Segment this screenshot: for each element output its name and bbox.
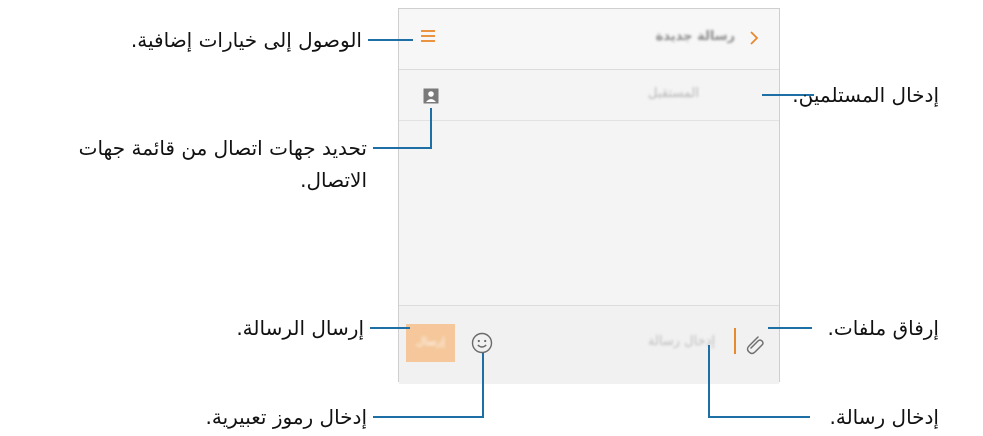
leader-contacts-h bbox=[373, 147, 431, 149]
callout-contacts-line2: الاتصال. bbox=[300, 168, 367, 192]
contact-picker-icon[interactable] bbox=[423, 88, 439, 104]
callout-emoji: إدخال رموز تعبيرية. bbox=[205, 405, 368, 429]
smiley-icon[interactable] bbox=[471, 332, 493, 354]
leader-send bbox=[370, 327, 410, 329]
paperclip-icon[interactable] bbox=[743, 330, 765, 356]
callout-attach: إرفاق ملفات. bbox=[827, 316, 939, 340]
callout-recipients: إدخال المستلمين. bbox=[792, 83, 939, 107]
screen-title: رسالة جديدة bbox=[655, 29, 735, 44]
recipient-row: المستقبل bbox=[399, 70, 779, 121]
leader-emoji-h bbox=[373, 416, 484, 418]
message-composer-screen: رسالة جديدة المستقبل إرسال إدخال رسالة bbox=[398, 8, 780, 384]
leader-message-v bbox=[708, 345, 710, 418]
leader-emoji-v bbox=[482, 353, 484, 418]
chevron-right-icon[interactable] bbox=[747, 29, 761, 47]
send-button-label: إرسال bbox=[416, 335, 445, 348]
callout-contacts-line1: تحديد جهات اتصال من قائمة جهات bbox=[78, 136, 367, 160]
recipient-input[interactable]: المستقبل bbox=[648, 86, 699, 101]
toolbar: رسالة جديدة bbox=[399, 9, 779, 70]
compose-bar: إرسال إدخال رسالة bbox=[399, 305, 779, 384]
leader-message-h bbox=[708, 416, 810, 418]
leader-attach bbox=[768, 327, 812, 329]
callout-menu: الوصول إلى خيارات إضافية. bbox=[130, 28, 362, 52]
callout-send: إرسال الرسالة. bbox=[236, 316, 364, 340]
leader-menu bbox=[368, 39, 413, 41]
text-cursor bbox=[734, 328, 736, 354]
send-button[interactable]: إرسال bbox=[406, 324, 455, 362]
callout-message: إدخال رسالة. bbox=[829, 405, 940, 429]
leader-contacts-v bbox=[430, 108, 432, 149]
message-input[interactable]: إدخال رسالة bbox=[648, 334, 715, 349]
hamburger-menu-icon[interactable] bbox=[419, 27, 437, 45]
